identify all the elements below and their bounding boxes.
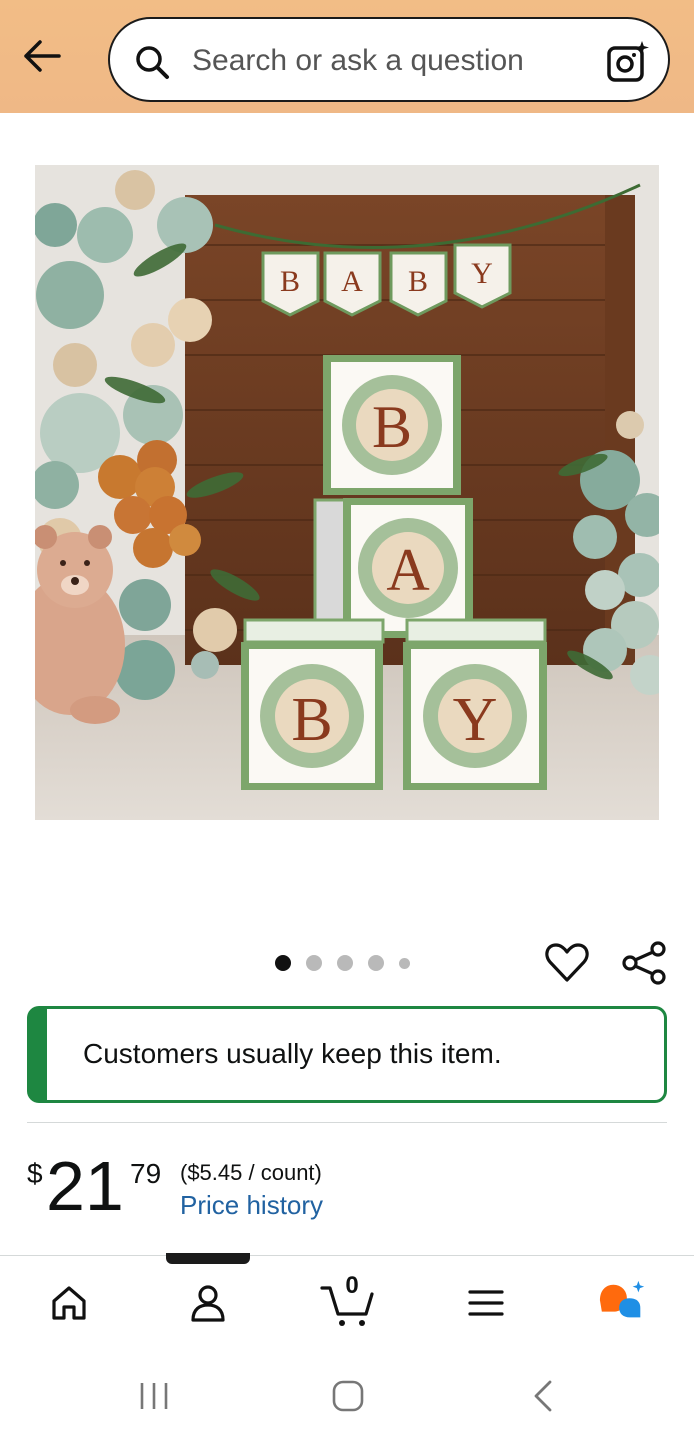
product-image[interactable]: B A B Y B A B Y <box>35 165 659 820</box>
nav-home[interactable] <box>44 1278 94 1328</box>
search-placeholder: Search or ask a question <box>192 44 524 77</box>
menu-icon <box>468 1290 504 1316</box>
unit-price: ($5.45 / count) <box>180 1160 322 1185</box>
carousel-dot[interactable] <box>306 955 322 971</box>
keep-item-notice: Customers usually keep this item. <box>27 1006 667 1103</box>
share-icon[interactable] <box>620 940 668 986</box>
search-icon <box>136 46 169 79</box>
svg-text:A: A <box>341 265 363 298</box>
price-history-link[interactable]: Price history <box>180 1190 323 1221</box>
rufus-ai-icon <box>599 1280 645 1318</box>
recent-apps-icon[interactable] <box>138 1381 170 1411</box>
carousel-dot[interactable] <box>399 957 410 969</box>
svg-text:B: B <box>408 265 428 298</box>
product-photo: B A B Y B A B Y <box>35 165 659 820</box>
account-icon <box>191 1285 225 1322</box>
nav-rufus[interactable] <box>598 1278 648 1328</box>
top-header: Search or ask a question <box>0 0 694 113</box>
price-currency: $ <box>27 1158 43 1189</box>
svg-text:B: B <box>372 394 412 460</box>
carousel-dot[interactable] <box>275 955 291 971</box>
system-back-icon[interactable] <box>530 1379 556 1413</box>
svg-text:B: B <box>280 265 300 298</box>
back-button[interactable] <box>18 34 66 78</box>
svg-text:B: B <box>291 686 332 754</box>
divider <box>27 1122 667 1123</box>
notice-text: Customers usually keep this item. <box>83 1038 502 1069</box>
search-bar[interactable]: Search or ask a question <box>108 17 670 102</box>
heart-icon[interactable] <box>544 940 590 986</box>
home-button-icon[interactable] <box>331 1380 365 1412</box>
carousel-dot[interactable] <box>337 955 353 971</box>
svg-text:A: A <box>386 537 429 603</box>
home-icon <box>52 1286 86 1320</box>
nav-account[interactable] <box>183 1278 233 1328</box>
system-nav-bar <box>0 1346 694 1440</box>
price-fraction: 79 <box>130 1158 162 1189</box>
nav-menu[interactable] <box>461 1278 511 1328</box>
price-whole: 21 <box>46 1147 124 1225</box>
arrow-left-icon <box>24 40 61 72</box>
camera-lens-icon[interactable] <box>606 40 650 84</box>
cart-count-badge: 0 <box>345 1272 359 1299</box>
carousel-indicator[interactable] <box>275 955 410 971</box>
svg-text:Y: Y <box>453 686 498 754</box>
svg-text:Y: Y <box>471 257 493 290</box>
bottom-nav <box>0 1256 694 1346</box>
carousel-dot[interactable] <box>368 955 384 971</box>
